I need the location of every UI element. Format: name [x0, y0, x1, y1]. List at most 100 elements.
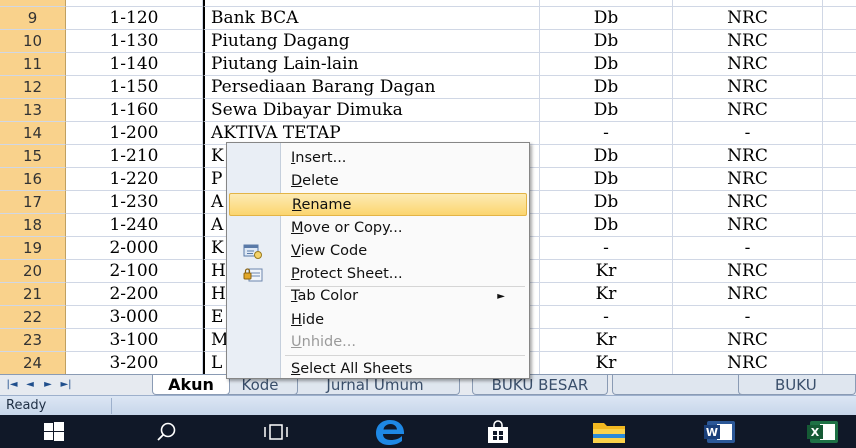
cell-account-name[interactable]: Piutang Lain-lain [203, 53, 540, 76]
sheet-tab-akun[interactable]: Akun [152, 375, 230, 395]
cell-balance-type[interactable]: - [540, 306, 673, 329]
cell-account-name[interactable] [203, 0, 540, 7]
cell-empty[interactable] [823, 53, 856, 76]
cell-balance-type[interactable]: Db [540, 214, 673, 237]
row-header[interactable]: 19 [0, 237, 66, 260]
next-sheet-button[interactable]: ► [40, 377, 56, 393]
task-view-icon[interactable] [256, 415, 296, 448]
cell-empty[interactable] [823, 0, 856, 7]
cell-empty[interactable] [823, 76, 856, 99]
cell-empty[interactable] [823, 145, 856, 168]
cell-report-group[interactable]: NRC [673, 53, 823, 76]
cell-balance-type[interactable]: Db [540, 30, 673, 53]
first-sheet-button[interactable]: |◄ [4, 377, 20, 393]
cell-report-group[interactable] [673, 0, 823, 7]
cell-account-name[interactable]: Sewa Dibayar Dimuka [203, 99, 540, 122]
cell-empty[interactable] [823, 191, 856, 214]
cell-balance-type[interactable]: Db [540, 168, 673, 191]
cell-account-code[interactable]: 1-210 [66, 145, 203, 168]
cell-account-code[interactable]: 1-230 [66, 191, 203, 214]
cell-balance-type[interactable]: Db [540, 145, 673, 168]
store-icon[interactable] [478, 415, 518, 448]
cell-report-group[interactable]: NRC [673, 352, 823, 374]
row-header[interactable]: 12 [0, 76, 66, 99]
cell-account-code[interactable]: 2-000 [66, 237, 203, 260]
row-header[interactable] [0, 0, 66, 7]
cell-account-code[interactable]: 1-140 [66, 53, 203, 76]
cell-empty[interactable] [823, 283, 856, 306]
cell-balance-type[interactable]: Kr [540, 283, 673, 306]
file-explorer-icon[interactable] [586, 415, 632, 448]
menu-item-delete[interactable]: Delete [229, 170, 527, 193]
cell-empty[interactable] [823, 99, 856, 122]
prev-sheet-button[interactable]: ◄ [22, 377, 38, 393]
row-header[interactable]: 20 [0, 260, 66, 283]
cell-report-group[interactable]: - [673, 122, 823, 145]
cell-report-group[interactable]: NRC [673, 329, 823, 352]
windows-start-icon[interactable] [34, 415, 74, 448]
row-header[interactable]: 16 [0, 168, 66, 191]
cell-account-code[interactable]: 1-220 [66, 168, 203, 191]
cell-account-code[interactable]: 1-150 [66, 76, 203, 99]
cell-account-code[interactable]: 3-000 [66, 306, 203, 329]
menu-item-move-or-copy[interactable]: Move or Copy... [229, 217, 527, 240]
cell-empty[interactable] [823, 30, 856, 53]
cell-report-group[interactable]: NRC [673, 76, 823, 99]
cell-empty[interactable] [823, 306, 856, 329]
excel-icon[interactable]: X [800, 415, 846, 448]
cell-balance-type[interactable]: Db [540, 191, 673, 214]
cell-report-group[interactable]: NRC [673, 99, 823, 122]
cell-report-group[interactable]: NRC [673, 283, 823, 306]
cell-empty[interactable] [823, 7, 856, 30]
cell-empty[interactable] [823, 122, 856, 145]
menu-item-unhide[interactable]: Unhide... [229, 331, 527, 354]
menu-item-tab-color[interactable]: Tab Color ► [229, 285, 527, 308]
cell-balance-type[interactable]: Db [540, 53, 673, 76]
cell-balance-type[interactable]: - [540, 122, 673, 145]
cell-account-name[interactable]: Bank BCA [203, 7, 540, 30]
cell-account-code[interactable]: 1-130 [66, 30, 203, 53]
menu-item-hide[interactable]: Hide [229, 309, 527, 332]
cell-balance-type[interactable]: Db [540, 7, 673, 30]
cell-balance-type[interactable]: Kr [540, 352, 673, 374]
cell-report-group[interactable]: NRC [673, 168, 823, 191]
cell-report-group[interactable]: NRC [673, 7, 823, 30]
cell-report-group[interactable]: NRC [673, 30, 823, 53]
row-header[interactable]: 9 [0, 7, 66, 30]
cell-account-name[interactable]: Piutang Dagang [203, 30, 540, 53]
cell-empty[interactable] [823, 352, 856, 374]
cell-balance-type[interactable]: Db [540, 99, 673, 122]
cell-account-code[interactable]: 1-240 [66, 214, 203, 237]
cell-balance-type[interactable]: Db [540, 76, 673, 99]
menu-item-view-code[interactable]: View Code [229, 240, 527, 263]
row-header[interactable]: 23 [0, 329, 66, 352]
cell-empty[interactable] [823, 214, 856, 237]
menu-item-protect-sheet[interactable]: Protect Sheet... [229, 263, 527, 286]
cell-empty[interactable] [823, 329, 856, 352]
row-header[interactable]: 10 [0, 30, 66, 53]
search-icon[interactable] [146, 415, 186, 448]
cell-account-code[interactable]: 3-100 [66, 329, 203, 352]
cell-account-code[interactable]: 2-100 [66, 260, 203, 283]
cell-report-group[interactable]: NRC [673, 145, 823, 168]
cell-balance-type[interactable]: - [540, 237, 673, 260]
cell-empty[interactable] [823, 237, 856, 260]
row-header[interactable]: 14 [0, 122, 66, 145]
word-icon[interactable]: W [698, 415, 742, 448]
cell-report-group[interactable]: NRC [673, 214, 823, 237]
last-sheet-button[interactable]: ►| [58, 377, 74, 393]
cell-empty[interactable] [823, 168, 856, 191]
sheet-tab-buku-2[interactable]: BUKU [738, 375, 856, 395]
cell-report-group[interactable]: - [673, 306, 823, 329]
cell-account-code[interactable]: 1-160 [66, 99, 203, 122]
row-header[interactable]: 21 [0, 283, 66, 306]
row-header[interactable]: 17 [0, 191, 66, 214]
row-header[interactable]: 24 [0, 352, 66, 374]
cell-report-group[interactable]: NRC [673, 260, 823, 283]
cell-account-code[interactable]: 1-200 [66, 122, 203, 145]
cell-report-group[interactable]: NRC [673, 191, 823, 214]
row-header[interactable]: 15 [0, 145, 66, 168]
cell-account-code[interactable]: 1-120 [66, 7, 203, 30]
cell-balance-type[interactable]: Kr [540, 329, 673, 352]
menu-item-rename[interactable]: Rename [229, 193, 527, 216]
